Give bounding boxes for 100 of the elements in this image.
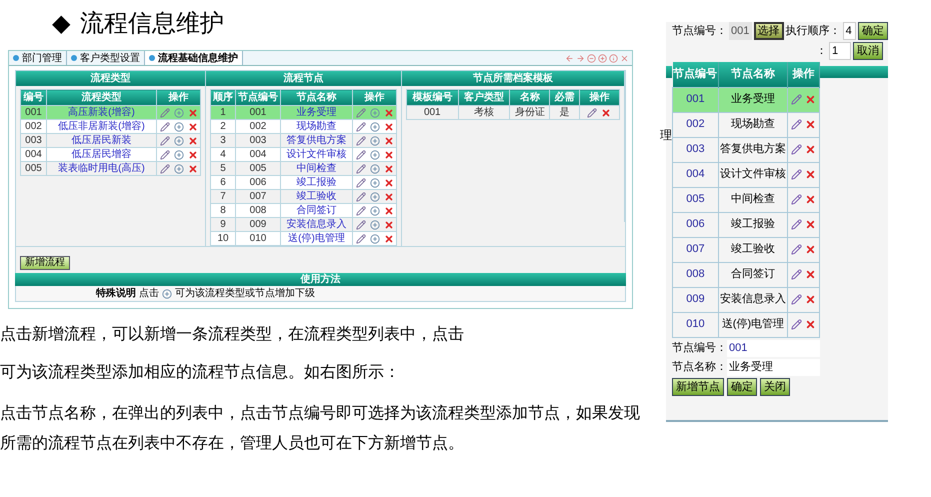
edit-icon[interactable] — [160, 164, 170, 174]
edit-icon[interactable] — [160, 122, 170, 132]
cancel-button[interactable]: 取消 — [853, 42, 883, 60]
node-name-field[interactable]: 业务受理 — [727, 358, 820, 376]
tab[interactable]: 部门管理 — [9, 51, 67, 65]
edit-icon[interactable] — [160, 150, 170, 160]
edit-icon[interactable] — [356, 192, 366, 202]
delete-icon[interactable] — [188, 136, 198, 146]
edit-icon[interactable] — [791, 169, 802, 180]
delete-icon[interactable] — [805, 119, 816, 130]
add-icon[interactable] — [370, 150, 380, 160]
add-icon[interactable] — [370, 234, 380, 244]
add-icon[interactable] — [370, 122, 380, 132]
delete-icon[interactable] — [805, 169, 816, 180]
table-row[interactable]: 004 设计文件审核 — [672, 162, 820, 187]
delete-icon[interactable] — [384, 178, 394, 188]
table-cell[interactable]: 003 — [672, 137, 718, 162]
node-number-field[interactable]: 001 — [727, 340, 820, 356]
edit-icon[interactable] — [356, 122, 366, 132]
forward-icon[interactable] — [576, 54, 585, 62]
table-row[interactable]: 002 低压非居新装(增容) — [20, 120, 200, 134]
delete-icon[interactable] — [805, 294, 816, 305]
add-icon[interactable] — [174, 108, 184, 118]
table-row[interactable]: 7 007 竣工验收 — [210, 190, 396, 204]
edit-icon[interactable] — [791, 219, 802, 230]
add-icon[interactable] — [370, 108, 380, 118]
confirm-button[interactable]: 确定 — [858, 22, 888, 40]
add-icon[interactable] — [370, 206, 380, 216]
table-row[interactable]: 005 中间检查 — [672, 187, 820, 212]
edit-icon[interactable] — [791, 294, 802, 305]
add-icon[interactable] — [174, 136, 184, 146]
edit-icon[interactable] — [356, 206, 366, 216]
table-row[interactable]: 006 竣工报验 — [672, 212, 820, 237]
add-icon[interactable] — [370, 178, 380, 188]
delete-icon[interactable] — [188, 150, 198, 160]
maximize-icon[interactable] — [598, 54, 607, 62]
delete-icon[interactable] — [805, 219, 816, 230]
edit-icon[interactable] — [356, 178, 366, 188]
table-row[interactable]: 001 业务受理 — [672, 87, 820, 112]
table-row[interactable]: 009 安装信息录入 — [672, 287, 820, 312]
edit-icon[interactable] — [791, 319, 802, 330]
edit-icon[interactable] — [160, 108, 170, 118]
delete-icon[interactable] — [384, 192, 394, 202]
edit-icon[interactable] — [356, 234, 366, 244]
add-icon[interactable] — [370, 164, 380, 174]
table-row[interactable]: 003 答复供电方案 — [672, 137, 820, 162]
edit-icon[interactable] — [791, 94, 802, 105]
table-row[interactable]: 010 送(停)电管理 — [672, 312, 820, 337]
table-cell[interactable]: 009 — [672, 287, 718, 312]
table-cell[interactable]: 001 — [672, 87, 718, 112]
delete-icon[interactable] — [384, 122, 394, 132]
table-cell[interactable]: 007 — [672, 237, 718, 262]
edit-icon[interactable] — [160, 136, 170, 146]
delete-icon[interactable] — [188, 122, 198, 132]
table-cell[interactable]: 005 — [672, 187, 718, 212]
dialog-button[interactable]: 新增节点 — [672, 378, 724, 396]
dialog-button[interactable]: 确定 — [727, 378, 757, 396]
tab[interactable]: 流程基础信息维护 — [145, 51, 243, 65]
edit-icon[interactable] — [356, 150, 366, 160]
info-icon[interactable] — [609, 54, 618, 62]
delete-icon[interactable] — [188, 108, 198, 118]
table-row[interactable]: 002 现场勘查 — [672, 112, 820, 137]
edit-icon[interactable] — [791, 194, 802, 205]
edit-icon[interactable] — [356, 136, 366, 146]
edit-icon[interactable] — [587, 108, 598, 118]
table-cell[interactable]: 002 — [672, 112, 718, 137]
table-row[interactable]: 6 006 竣工报验 — [210, 176, 396, 190]
delete-icon[interactable] — [384, 234, 394, 244]
delete-icon[interactable] — [805, 144, 816, 155]
table-row[interactable]: 5 005 中间检查 — [210, 162, 396, 176]
delete-icon[interactable] — [601, 108, 612, 118]
input-field[interactable]: 1 — [829, 42, 851, 60]
table-row[interactable]: 8 008 合同签订 — [210, 204, 396, 218]
delete-icon[interactable] — [384, 136, 394, 146]
delete-icon[interactable] — [384, 206, 394, 216]
delete-icon[interactable] — [384, 164, 394, 174]
order-field[interactable]: 4 — [842, 22, 856, 40]
delete-icon[interactable] — [188, 164, 198, 174]
table-row[interactable]: 10 010 送(停)电管理 — [210, 232, 396, 246]
table-row[interactable]: 005 装表临时用电(高压) — [20, 162, 200, 176]
dialog-button[interactable]: 关闭 — [760, 378, 790, 396]
add-icon[interactable] — [174, 150, 184, 160]
add-icon[interactable] — [370, 220, 380, 230]
table-row[interactable]: 001 考核 身份证 是 — [406, 106, 620, 120]
table-row[interactable]: 008 合同签订 — [672, 262, 820, 287]
delete-icon[interactable] — [805, 319, 816, 330]
add-icon[interactable] — [370, 136, 380, 146]
table-cell[interactable]: 004 — [672, 162, 718, 187]
delete-icon[interactable] — [384, 150, 394, 160]
edit-icon[interactable] — [356, 164, 366, 174]
back-icon[interactable] — [565, 54, 574, 62]
delete-icon[interactable] — [805, 94, 816, 105]
add-flow-button[interactable]: 新增流程 — [20, 256, 70, 270]
table-row[interactable]: 003 低压居民新装 — [20, 134, 200, 148]
table-cell[interactable]: 008 — [672, 262, 718, 287]
table-cell[interactable]: 006 — [672, 212, 718, 237]
delete-icon[interactable] — [805, 194, 816, 205]
edit-icon[interactable] — [791, 269, 802, 280]
table-row[interactable]: 3 003 答复供电方案 — [210, 134, 396, 148]
add-icon[interactable] — [174, 164, 184, 174]
